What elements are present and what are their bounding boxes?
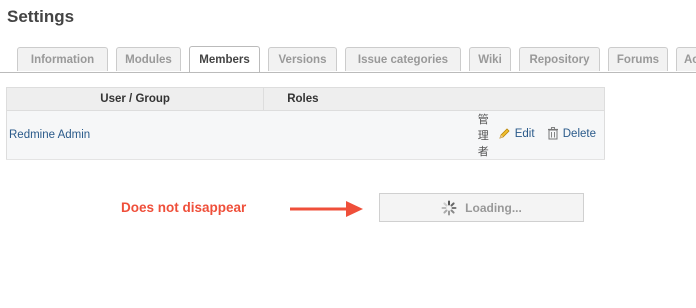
delete-label: Delete — [562, 127, 596, 140]
members-table: User / Group Roles Redmine Admin 管理者 Edi… — [5, 87, 605, 160]
member-actions-cell: Edit Delete — [488, 110, 605, 160]
tab-versions[interactable]: Versions — [268, 47, 337, 71]
arrow-right-icon — [290, 201, 363, 217]
table-header-row: User / Group Roles — [5, 87, 605, 111]
edit-button[interactable]: Edit — [498, 127, 535, 140]
tab-members[interactable]: Members — [189, 46, 260, 72]
tab-activity[interactable]: Ac — [676, 47, 696, 71]
page-title: Settings — [7, 7, 75, 26]
column-header-roles: Roles — [263, 87, 605, 111]
tab-wiki[interactable]: Wiki — [469, 47, 511, 71]
member-user-cell: Redmine Admin — [6, 110, 264, 160]
tab-issue-categories[interactable]: Issue categories — [345, 47, 461, 71]
loading-text: Loading... — [465, 200, 522, 215]
annotation-label: Does not disappear — [121, 200, 247, 215]
trash-icon — [547, 127, 558, 140]
edit-label: Edit — [514, 127, 535, 140]
tab-modules[interactable]: Modules — [116, 47, 181, 71]
pencil-icon — [499, 128, 510, 139]
loading-indicator: Loading... — [379, 193, 584, 222]
table-row: Redmine Admin 管理者 Edit Delete — [6, 110, 605, 160]
member-user-link[interactable]: Redmine Admin — [9, 129, 90, 141]
tab-repository[interactable]: Repository — [519, 47, 600, 71]
settings-tabs: Information Modules Members Versions Iss… — [0, 46, 696, 73]
tab-information[interactable]: Information — [17, 47, 108, 71]
delete-button[interactable]: Delete — [547, 127, 596, 140]
member-role-cell: 管理者 — [263, 110, 489, 160]
tab-forums[interactable]: Forums — [608, 47, 668, 71]
column-header-user-group: User / Group — [5, 87, 265, 111]
spinner-icon — [441, 200, 457, 215]
